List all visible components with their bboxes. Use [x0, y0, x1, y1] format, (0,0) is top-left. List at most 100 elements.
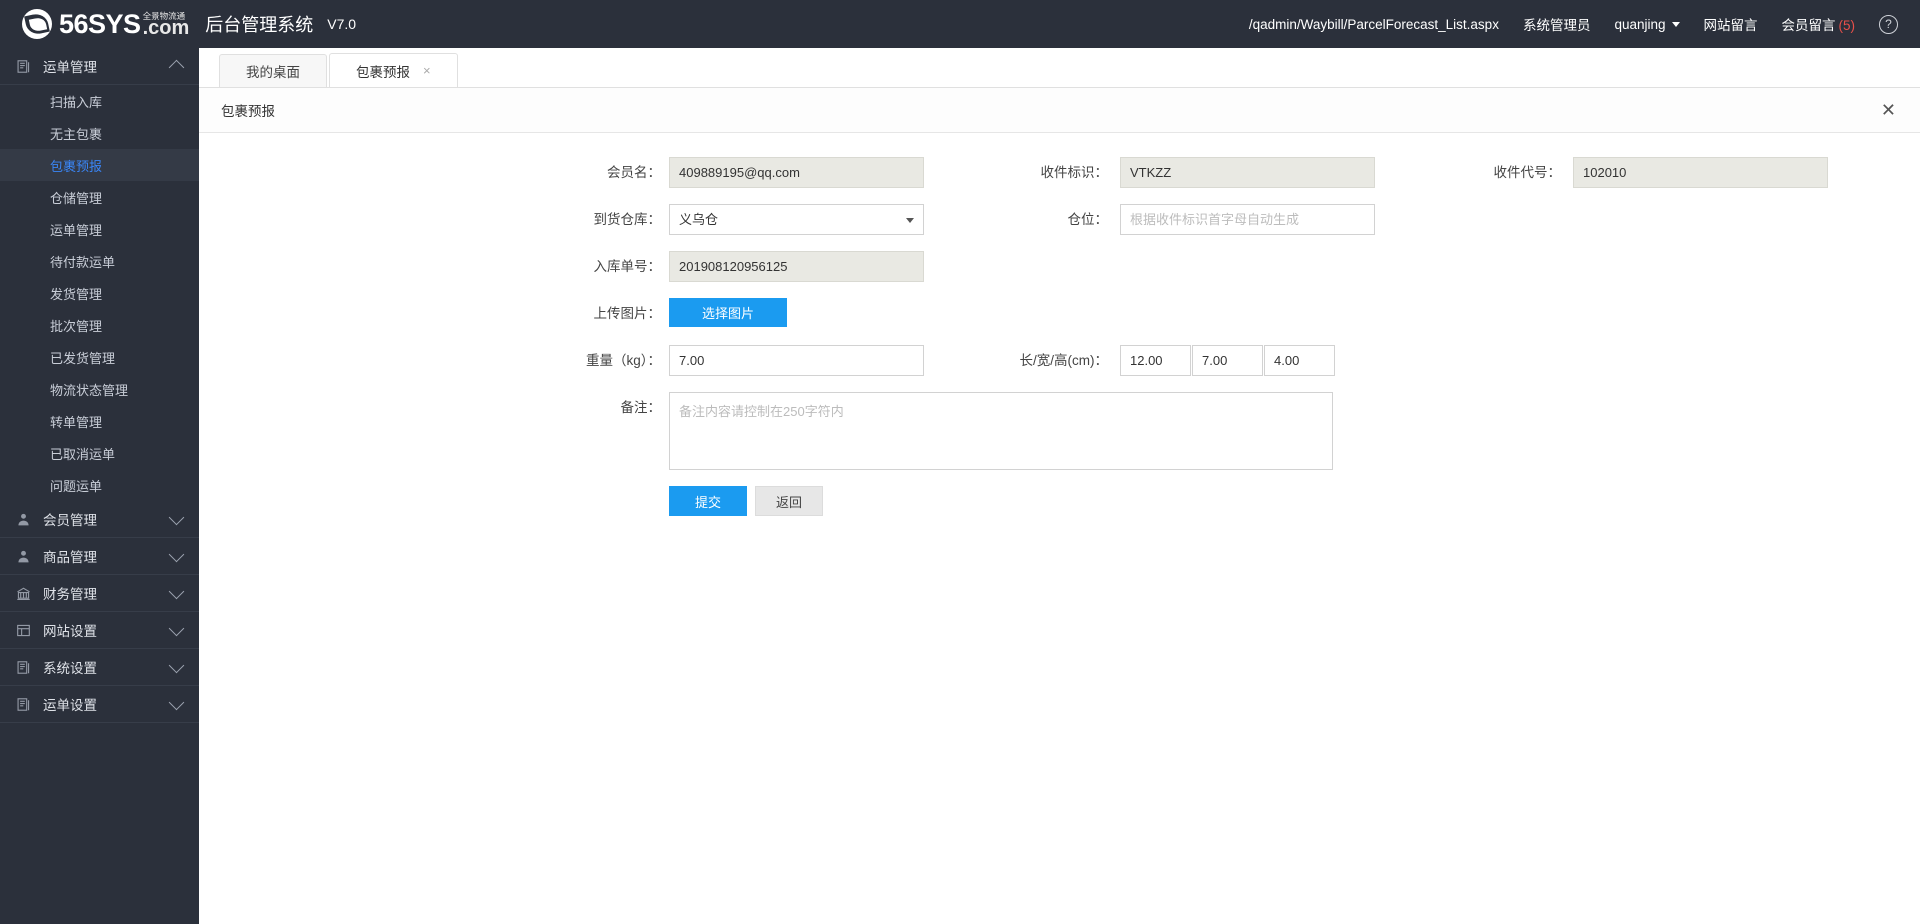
sidebar-navigation: 运单管理扫描入库无主包裹包裹预报仓储管理运单管理待付款运单发货管理批次管理已发货… [0, 48, 199, 924]
sidebar-group-4[interactable]: 财务管理 [0, 575, 199, 612]
sidebar-item-1[interactable]: 扫描入库 [0, 85, 199, 117]
sidebar-item-9[interactable]: 已发货管理 [0, 341, 199, 373]
receiver-code-label: 收件代号： [1375, 157, 1573, 188]
sidebar-item-label: 发货管理 [50, 284, 102, 303]
chevron-down-icon [169, 657, 185, 673]
sidebar-group-2[interactable]: 会员管理 [0, 501, 199, 538]
remark-label: 备注： [199, 392, 669, 423]
bin-label: 仓位： [924, 204, 1120, 235]
receiver-code-field[interactable] [1573, 157, 1828, 188]
length-field[interactable] [1120, 345, 1191, 376]
inbound-no-label: 入库单号： [199, 251, 669, 282]
logo-text: 56SYS [59, 11, 141, 38]
sidebar-group-1[interactable]: 运单管理 [0, 48, 199, 85]
sidebar-item-4[interactable]: 仓储管理 [0, 181, 199, 213]
sidebar-item-label: 批次管理 [50, 316, 102, 335]
back-button[interactable]: 返回 [755, 486, 823, 516]
height-field[interactable] [1264, 345, 1335, 376]
choose-image-button[interactable]: 选择图片 [669, 298, 787, 327]
member-message-label: 会员留言 [1782, 18, 1836, 33]
warehouse-selected-value: 义乌仓 [679, 212, 718, 227]
sidebar-item-6[interactable]: 待付款运单 [0, 245, 199, 277]
sidebar-item-7[interactable]: 发货管理 [0, 277, 199, 309]
member-message-count: (5) [1839, 18, 1856, 33]
sidebar-group-5[interactable]: 网站设置 [0, 612, 199, 649]
sidebar-item-12[interactable]: 已取消运单 [0, 437, 199, 469]
username-label: quanjing [1614, 17, 1665, 32]
submit-button[interactable]: 提交 [669, 486, 747, 516]
form-row-4: 上传图片： 选择图片 [199, 298, 1920, 329]
logo-mark-icon [22, 9, 52, 39]
tab-bar: 我的桌面 包裹预报 × [199, 48, 1920, 88]
layout-icon [15, 622, 32, 639]
chevron-down-icon [1672, 22, 1680, 27]
help-icon[interactable]: ? [1879, 15, 1898, 34]
sidebar-item-label: 扫描入库 [50, 92, 102, 111]
tab-2[interactable]: 包裹预报 × [329, 53, 458, 87]
document-icon [15, 659, 32, 676]
user-icon [15, 511, 32, 528]
sidebar-item-13[interactable]: 问题运单 [0, 469, 199, 501]
panel-header: 包裹预报 ✕ [199, 88, 1920, 133]
username-menu[interactable]: quanjing [1614, 17, 1679, 32]
site-message-link[interactable]: 网站留言 [1704, 14, 1758, 34]
chevron-down-icon [169, 546, 185, 562]
sidebar-group-label: 运单管理 [43, 56, 171, 76]
system-title: 后台管理系统 [205, 11, 313, 37]
sidebar-group-label: 财务管理 [43, 583, 171, 603]
tab-label: 包裹预报 [356, 61, 410, 81]
parcel-forecast-form: 会员名： 收件标识： 收件代号： 到货仓库： 义乌仓 仓位： 入库单号： [199, 133, 1920, 516]
member-message-link[interactable]: 会员留言(5) [1782, 14, 1856, 34]
top-header-bar: 56SYS 全景物流通 .com 后台管理系统 V7.0 /qadmin/Way… [0, 0, 1920, 48]
sidebar-item-2[interactable]: 无主包裹 [0, 117, 199, 149]
sidebar-item-label: 待付款运单 [50, 252, 115, 271]
form-row-3: 入库单号： [199, 251, 1920, 282]
sidebar-item-label: 仓储管理 [50, 188, 102, 207]
sidebar-item-label: 问题运单 [50, 476, 102, 495]
bin-field[interactable] [1120, 204, 1375, 235]
warehouse-label: 到货仓库： [199, 204, 669, 235]
system-version: V7.0 [327, 16, 356, 32]
sidebar-item-label: 已发货管理 [50, 348, 115, 367]
chevron-up-icon [169, 60, 185, 76]
chevron-down-icon [169, 509, 185, 525]
remark-textarea[interactable] [669, 392, 1333, 470]
weight-field[interactable] [669, 345, 924, 376]
chevron-down-icon [169, 694, 185, 710]
sidebar-group-7[interactable]: 运单设置 [0, 686, 199, 723]
sidebar-item-label: 无主包裹 [50, 124, 102, 143]
sidebar-group-label: 运单设置 [43, 694, 171, 714]
sidebar-item-5[interactable]: 运单管理 [0, 213, 199, 245]
tab-close-icon[interactable]: × [423, 63, 431, 78]
sidebar-group-label: 网站设置 [43, 620, 171, 640]
inbound-no-field[interactable] [669, 251, 924, 282]
current-path-label: /qadmin/Waybill/ParcelForecast_List.aspx [1249, 17, 1499, 32]
form-row-1: 会员名： 收件标识： 收件代号： [199, 157, 1920, 188]
document-icon [15, 58, 32, 75]
sidebar-item-label: 已取消运单 [50, 444, 115, 463]
sidebar-item-label: 转单管理 [50, 412, 102, 431]
chevron-down-icon [169, 583, 185, 599]
warehouse-select[interactable]: 义乌仓 [669, 204, 924, 235]
tab-label: 我的桌面 [246, 61, 300, 81]
sidebar-item-8[interactable]: 批次管理 [0, 309, 199, 341]
sidebar-item-11[interactable]: 转单管理 [0, 405, 199, 437]
sidebar-item-label: 运单管理 [50, 220, 102, 239]
tab-1[interactable]: 我的桌面 [219, 54, 327, 87]
sidebar-group-label: 商品管理 [43, 546, 171, 566]
sidebar-group-3[interactable]: 商品管理 [0, 538, 199, 575]
sidebar-item-10[interactable]: 物流状态管理 [0, 373, 199, 405]
brand-logo[interactable]: 56SYS 全景物流通 .com 后台管理系统 V7.0 [0, 0, 356, 48]
user-icon [15, 548, 32, 565]
upload-image-label: 上传图片： [199, 298, 669, 329]
content-panel: 包裹预报 ✕ 会员名： 收件标识： 收件代号： 到货仓库： 义乌仓 仓位： [199, 88, 1920, 924]
width-field[interactable] [1192, 345, 1263, 376]
sidebar-item-3[interactable]: 包裹预报 [0, 149, 199, 181]
dimensions-label: 长/宽/高(cm)： [924, 345, 1120, 376]
sidebar-group-6[interactable]: 系统设置 [0, 649, 199, 686]
receiver-mark-field[interactable] [1120, 157, 1375, 188]
member-name-field[interactable] [669, 157, 924, 188]
logo-domain: .com [143, 18, 190, 38]
form-actions-row: 提交 返回 [199, 486, 1920, 516]
close-icon[interactable]: ✕ [1881, 101, 1896, 119]
